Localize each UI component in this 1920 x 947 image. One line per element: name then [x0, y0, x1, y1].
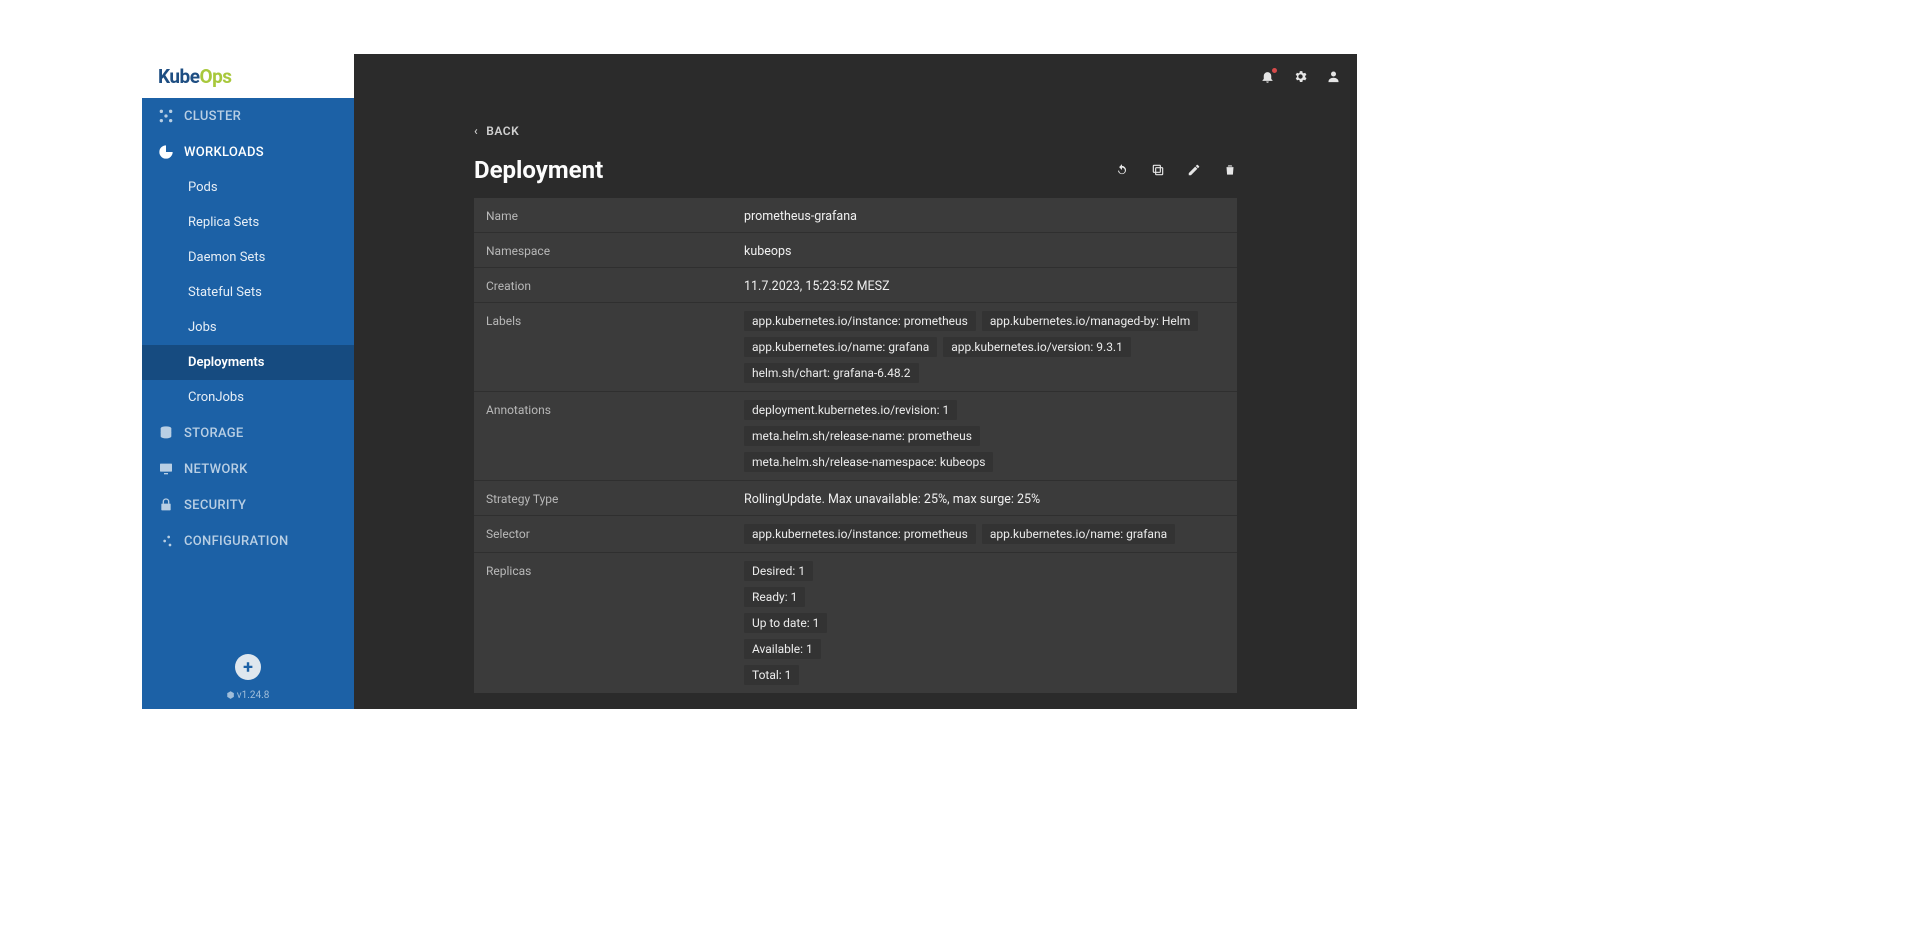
app-shell: KubeOps CLUSTER WORKLOADS Pods Replica S… [142, 54, 1357, 709]
chip: app.kubernetes.io/name: grafana [744, 337, 937, 357]
value: 11.7.2023, 15:23:52 MESZ [744, 276, 1225, 294]
label: Labels [486, 311, 744, 383]
row-labels: Labels app.kubernetes.io/instance: prome… [474, 303, 1237, 392]
row-creation: Creation 11.7.2023, 15:23:52 MESZ [474, 268, 1237, 303]
value: app.kubernetes.io/instance: prometheus a… [744, 524, 1225, 544]
label: Creation [486, 276, 744, 294]
value: RollingUpdate. Max unavailable: 25%, max… [744, 489, 1225, 507]
lock-icon [158, 497, 174, 513]
chip: Desired: 1 [744, 561, 813, 581]
edit-icon[interactable] [1187, 163, 1201, 177]
workloads-icon [158, 144, 174, 160]
row-replicas: Replicas Desired: 1 Ready: 1 Up to date:… [474, 553, 1237, 693]
sidebar-label: STORAGE [184, 426, 244, 441]
chip: meta.helm.sh/release-name: prometheus [744, 426, 980, 446]
chip: app.kubernetes.io/version: 9.3.1 [943, 337, 1131, 357]
value: app.kubernetes.io/instance: prometheus a… [744, 311, 1225, 383]
delete-icon[interactable] [1223, 163, 1237, 177]
row-strategy: Strategy Type RollingUpdate. Max unavail… [474, 481, 1237, 516]
sidebar: KubeOps CLUSTER WORKLOADS Pods Replica S… [142, 54, 354, 709]
brand-kube: Kube [158, 65, 199, 88]
back-button[interactable]: ‹ BACK [474, 124, 519, 138]
sidebar-item-workloads[interactable]: WORKLOADS [142, 134, 354, 170]
chip: Ready: 1 [744, 587, 805, 607]
settings-icon[interactable] [1293, 69, 1308, 84]
chevron-left-icon: ‹ [474, 124, 478, 138]
chip: app.kubernetes.io/name: grafana [982, 524, 1175, 544]
brand-ops: Ops [199, 65, 231, 88]
brand-logo: KubeOps [142, 54, 354, 98]
chip: meta.helm.sh/release-namespace: kubeops [744, 452, 993, 472]
row-selector: Selector app.kubernetes.io/instance: pro… [474, 516, 1237, 553]
label: Name [486, 206, 744, 224]
chip: Available: 1 [744, 639, 821, 659]
chip: deployment.kubernetes.io/revision: 1 [744, 400, 957, 420]
value: prometheus-grafana [744, 206, 1225, 224]
header-actions [1115, 163, 1237, 177]
value: deployment.kubernetes.io/revision: 1 met… [744, 400, 1225, 472]
user-icon[interactable] [1326, 69, 1341, 84]
network-icon [158, 461, 174, 477]
chip: helm.sh/chart: grafana-6.48.2 [744, 363, 919, 383]
back-label: BACK [486, 124, 519, 138]
add-button[interactable]: + [235, 654, 261, 680]
sidebar-item-configuration[interactable]: CONFIGURATION [142, 523, 354, 559]
sidebar-sub-deployments[interactable]: Deployments [142, 345, 354, 380]
sidebar-item-cluster[interactable]: CLUSTER [142, 98, 354, 134]
chip: app.kubernetes.io/instance: prometheus [744, 524, 976, 544]
copy-icon[interactable] [1151, 163, 1165, 177]
sidebar-label: CONFIGURATION [184, 534, 289, 549]
notifications-icon[interactable] [1260, 69, 1275, 84]
sliders-icon [158, 533, 174, 549]
info-card: Name prometheus-grafana Namespace kubeop… [474, 198, 1237, 693]
page-header: Deployment [474, 156, 1237, 184]
main: ‹ BACK Deployment Name prometheus-grafan… [354, 54, 1357, 709]
storage-icon [158, 425, 174, 441]
notification-dot [1272, 68, 1277, 73]
chip: app.kubernetes.io/instance: prometheus [744, 311, 976, 331]
label: Namespace [486, 241, 744, 259]
value: kubeops [744, 241, 1225, 259]
sidebar-label: WORKLOADS [184, 145, 264, 160]
sidebar-sub-daemonsets[interactable]: Daemon Sets [142, 240, 354, 275]
sidebar-item-network[interactable]: NETWORK [142, 451, 354, 487]
sidebar-sub-pods[interactable]: Pods [142, 170, 354, 205]
sidebar-label: NETWORK [184, 462, 248, 477]
topbar [354, 54, 1357, 98]
version-label: v1.24.8 [142, 690, 354, 701]
label: Selector [486, 524, 744, 544]
chip: app.kubernetes.io/managed-by: Helm [982, 311, 1198, 331]
page-title: Deployment [474, 156, 603, 184]
row-annotations: Annotations deployment.kubernetes.io/rev… [474, 392, 1237, 481]
sidebar-sub-cronjobs[interactable]: CronJobs [142, 380, 354, 415]
chip: Up to date: 1 [744, 613, 827, 633]
sidebar-label: SECURITY [184, 498, 246, 513]
sidebar-item-storage[interactable]: STORAGE [142, 415, 354, 451]
label: Strategy Type [486, 489, 744, 507]
restart-icon[interactable] [1115, 163, 1129, 177]
sidebar-sub-replicasets[interactable]: Replica Sets [142, 205, 354, 240]
label: Replicas [486, 561, 744, 685]
content: ‹ BACK Deployment Name prometheus-grafan… [354, 98, 1357, 709]
row-namespace: Namespace kubeops [474, 233, 1237, 268]
sidebar-label: CLUSTER [184, 109, 241, 124]
sidebar-sub-statefulsets[interactable]: Stateful Sets [142, 275, 354, 310]
label: Annotations [486, 400, 744, 472]
sidebar-item-security[interactable]: SECURITY [142, 487, 354, 523]
chip: Total: 1 [744, 665, 799, 685]
row-name: Name prometheus-grafana [474, 198, 1237, 233]
cluster-icon [158, 108, 174, 124]
value: Desired: 1 Ready: 1 Up to date: 1 Availa… [744, 561, 1225, 685]
sidebar-sub-jobs[interactable]: Jobs [142, 310, 354, 345]
